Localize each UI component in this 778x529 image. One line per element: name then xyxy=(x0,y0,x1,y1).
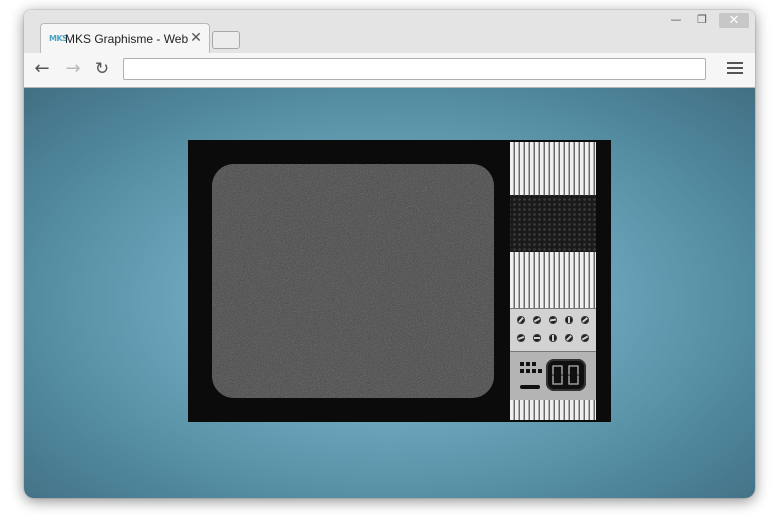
page-viewport xyxy=(24,88,755,498)
slot-button[interactable] xyxy=(520,385,540,389)
knob-panel xyxy=(510,308,596,352)
tab-mks-graphisme[interactable]: MKS MKS Graphisme - Web Pla ✕ xyxy=(40,23,210,55)
keypad-key[interactable] xyxy=(538,369,542,373)
browser-toolbar: ← → ↻ xyxy=(24,53,755,88)
keypad-key[interactable] xyxy=(520,362,524,366)
forward-arrow-icon[interactable]: → xyxy=(62,58,84,80)
knob-icon[interactable] xyxy=(579,314,591,326)
tv-screen xyxy=(212,164,494,398)
minimize-icon[interactable]: — xyxy=(663,12,689,28)
keypad xyxy=(520,362,542,378)
hamburger-menu-icon[interactable] xyxy=(725,59,745,79)
browser-window: MKS MKS Graphisme - Web Pla ✕ — ❐ ✕ ← → … xyxy=(24,10,755,498)
keypad-key[interactable] xyxy=(532,369,536,373)
keypad-key[interactable] xyxy=(526,362,530,366)
middle-grille xyxy=(510,252,596,308)
tab-title: MKS Graphisme - Web Pla xyxy=(65,32,190,46)
title-bar: MKS MKS Graphisme - Web Pla ✕ — ❐ ✕ xyxy=(24,10,755,55)
window-controls: — ❐ ✕ xyxy=(663,12,749,28)
knob-icon[interactable] xyxy=(531,314,543,326)
television xyxy=(188,140,611,422)
control-panel xyxy=(510,352,596,400)
new-tab-button[interactable] xyxy=(212,31,240,49)
reload-icon[interactable]: ↻ xyxy=(91,58,113,80)
static-noise xyxy=(212,164,494,398)
keypad-key[interactable] xyxy=(532,362,536,366)
knob-icon[interactable] xyxy=(533,334,541,342)
knob-icon[interactable] xyxy=(515,332,527,344)
back-arrow-icon[interactable]: ← xyxy=(31,58,53,80)
keypad-key[interactable] xyxy=(526,369,530,373)
keypad-key[interactable] xyxy=(520,369,524,373)
channel-display xyxy=(546,359,586,391)
address-bar[interactable] xyxy=(123,58,706,80)
bottom-grille xyxy=(510,400,596,420)
restore-icon[interactable]: ❐ xyxy=(689,12,715,28)
speaker-mesh xyxy=(510,195,596,252)
knob-icon[interactable] xyxy=(563,332,575,344)
tv-side-panel xyxy=(510,142,596,420)
tab-close-icon[interactable]: ✕ xyxy=(188,30,204,46)
knob-icon[interactable] xyxy=(565,316,573,324)
knob-icon[interactable] xyxy=(549,334,557,342)
close-window-icon[interactable]: ✕ xyxy=(719,12,749,28)
seven-segment-digits xyxy=(552,365,579,385)
knob-icon[interactable] xyxy=(579,332,591,344)
knob-icon[interactable] xyxy=(515,314,527,326)
knob-icon[interactable] xyxy=(548,315,558,325)
top-grille xyxy=(510,142,596,195)
